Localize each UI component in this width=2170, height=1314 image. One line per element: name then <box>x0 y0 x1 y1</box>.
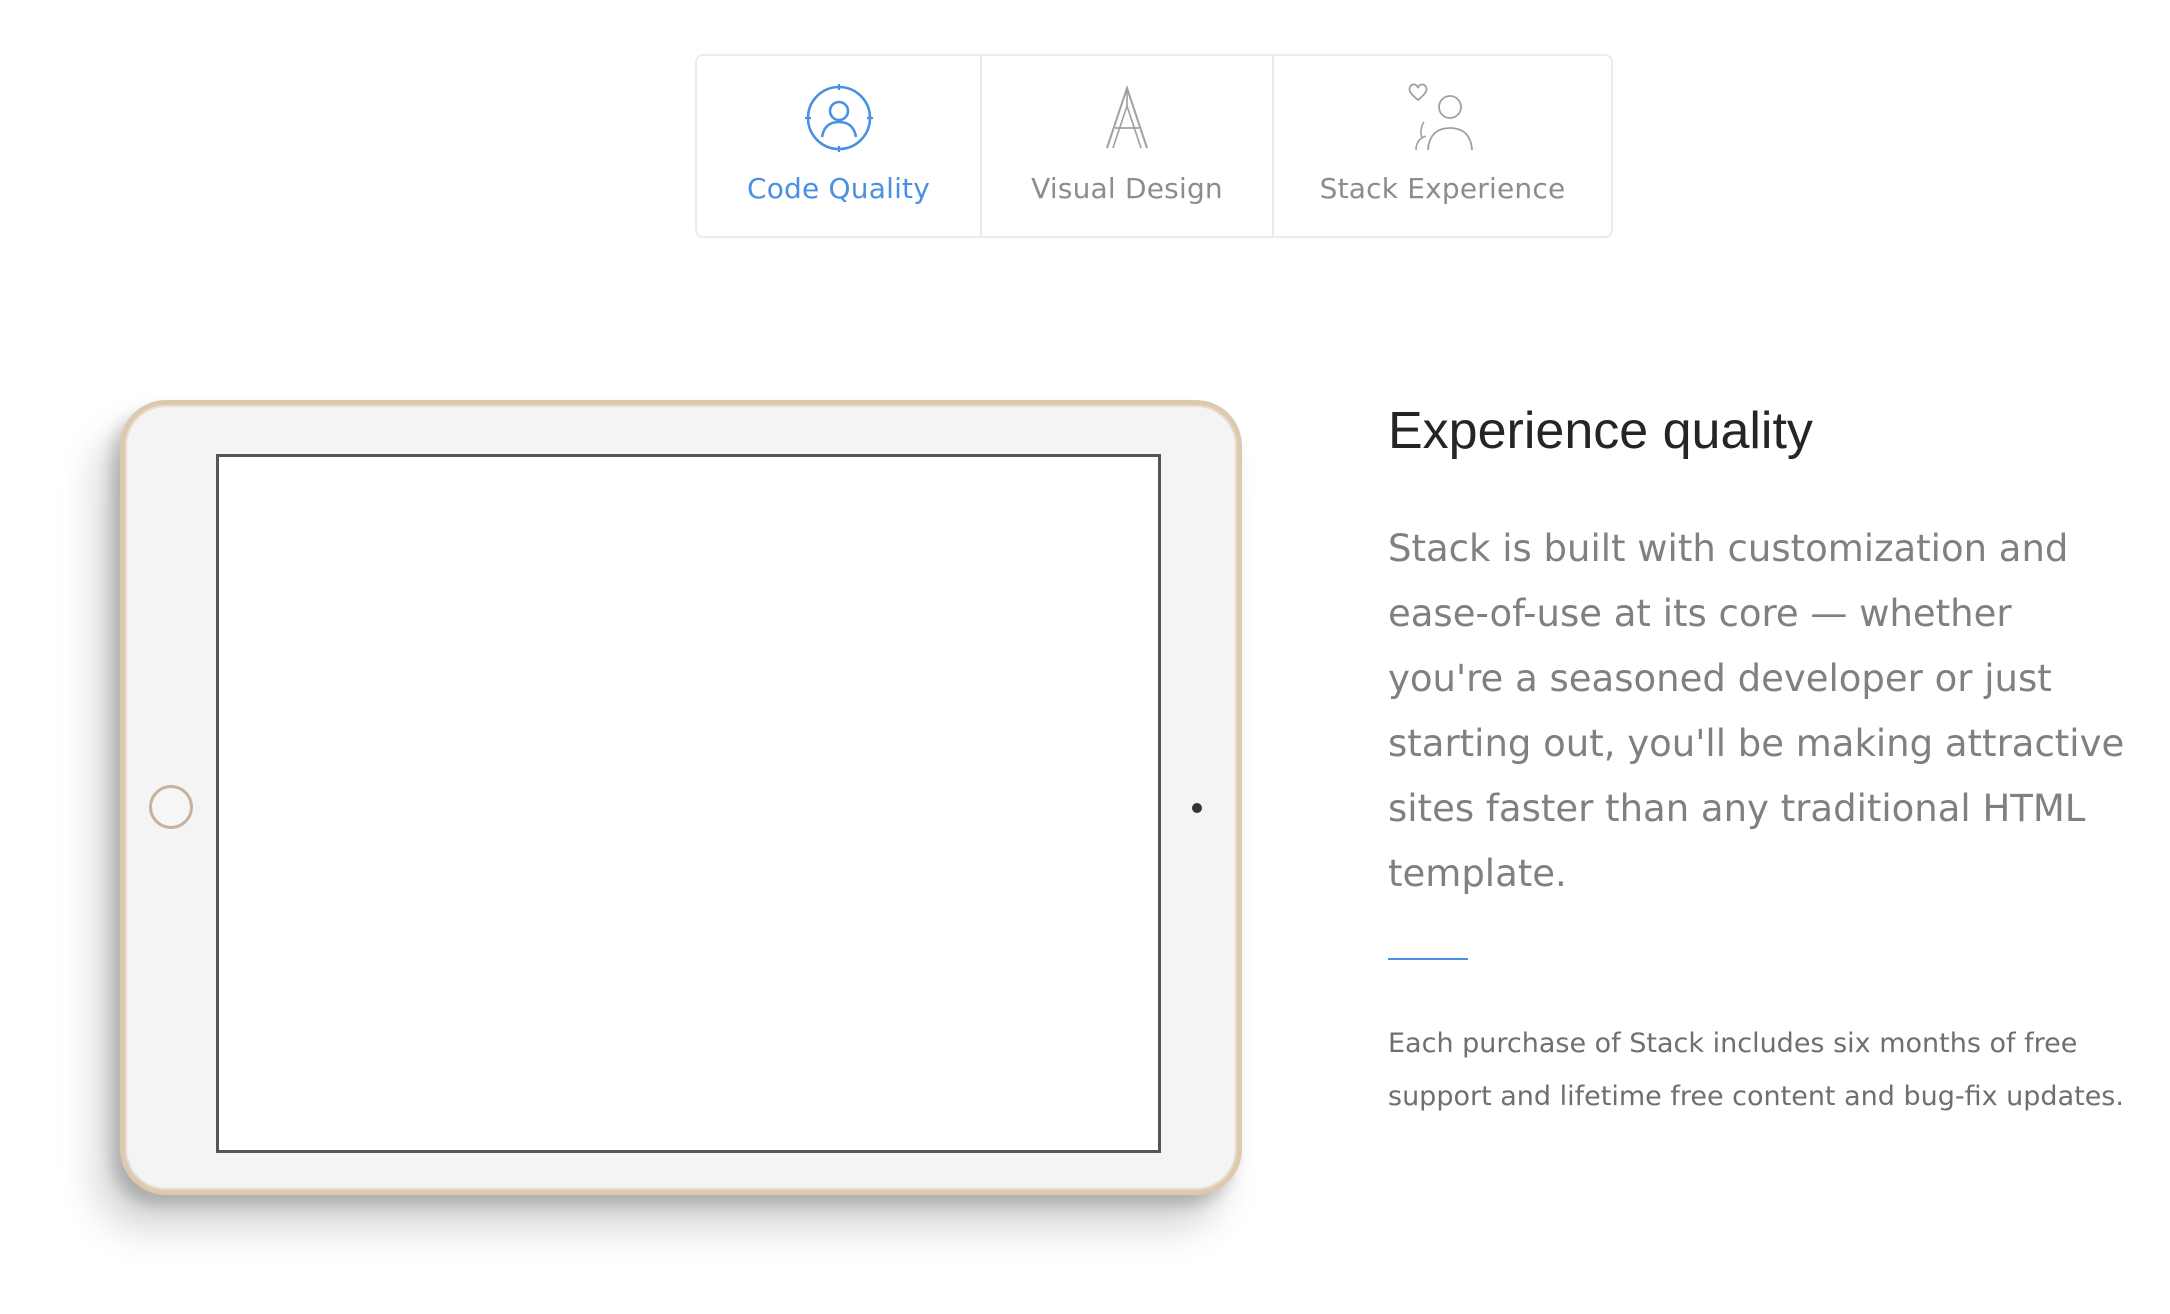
tablet-mockup <box>120 400 1242 1195</box>
home-button-icon <box>149 785 193 829</box>
feature-lead: Stack is built with customization and ea… <box>1388 527 2125 896</box>
feature-content: Experience quality Stack is built with c… <box>1388 400 2128 1123</box>
feature-heading: Experience quality <box>1388 402 1813 460</box>
accent-divider <box>1388 958 1468 961</box>
user-circle-icon <box>794 82 884 154</box>
letter-a-icon <box>1082 82 1172 154</box>
tab-label: Code Quality <box>746 172 931 205</box>
page: Code Quality Visual Design Stack Experie… <box>0 0 2170 1314</box>
tablet-screen <box>216 454 1161 1153</box>
tab-label: Visual Design <box>1031 172 1223 205</box>
tab-label: Stack Experience <box>1319 172 1566 205</box>
tab-stack-experience[interactable]: Stack Experience <box>1272 56 1611 236</box>
tablet-frame <box>120 400 1242 1195</box>
camera-icon <box>1192 803 1202 813</box>
feature-note: Each purchase of Stack includes six mont… <box>1388 1028 2124 1113</box>
people-heart-icon <box>1398 82 1488 154</box>
feature-tabs: Code Quality Visual Design Stack Experie… <box>695 54 1613 238</box>
tab-code-quality[interactable]: Code Quality <box>697 56 980 236</box>
tab-visual-design[interactable]: Visual Design <box>980 56 1272 236</box>
